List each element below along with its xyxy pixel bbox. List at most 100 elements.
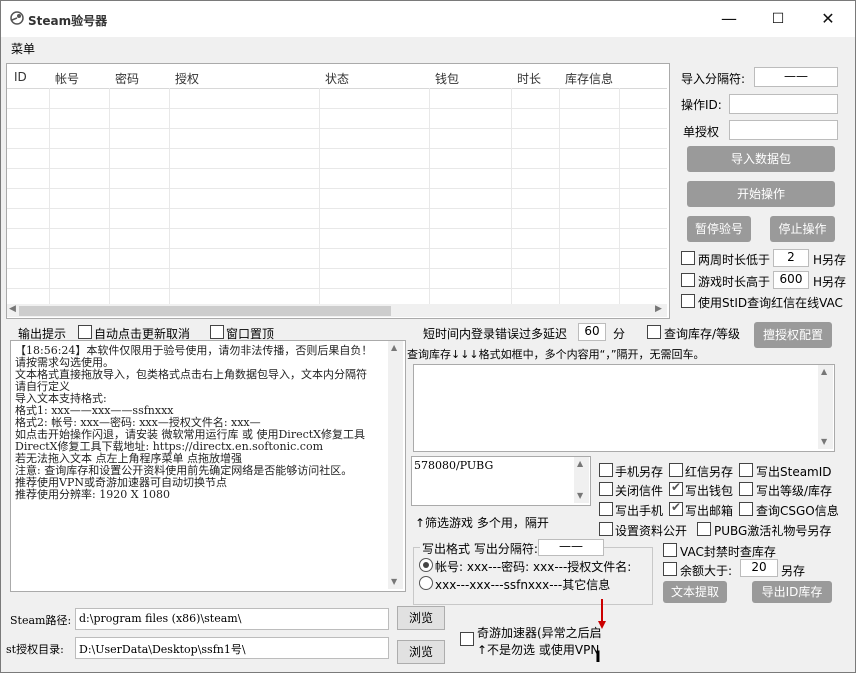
qiyou-accelerator-checkbox[interactable] — [460, 632, 474, 646]
export-id-inventory-button[interactable]: 导出ID库存 — [752, 581, 832, 603]
game-filter-hint: ↑筛选游戏 多个用，隔开 — [415, 516, 549, 530]
minimize-button[interactable]: — — [704, 1, 754, 37]
steam-path-input[interactable]: d:\program files (x86)\steam\ — [75, 608, 389, 630]
text-cursor-icon: I — [595, 647, 601, 666]
two-week-checkbox[interactable] — [681, 251, 695, 265]
format-option-1-label: 帐号: xxx---密码: xxx---授权文件名: — [435, 560, 632, 574]
format-option-2-radio[interactable] — [419, 576, 433, 590]
query-level-checkbox[interactable] — [647, 325, 661, 339]
pubg-save-checkbox[interactable] — [697, 522, 711, 536]
balance-checkbox[interactable] — [663, 562, 677, 576]
column-header-auth[interactable]: 授权 — [175, 70, 199, 87]
stop-operation-button[interactable]: 停止操作 — [770, 216, 835, 242]
steamid-write-checkbox[interactable] — [739, 463, 753, 477]
game-time-checkbox[interactable] — [681, 273, 695, 287]
auto-refresh-checkbox[interactable] — [78, 325, 92, 339]
steam-path-value: d:\program files (x86)\steam\ — [79, 612, 242, 625]
vac-save-label: VAC封禁时查库存 — [680, 545, 776, 559]
csgo-query-checkbox[interactable] — [739, 502, 753, 516]
wallet-write-checkbox[interactable] — [669, 480, 683, 496]
level-write-checkbox[interactable] — [739, 482, 753, 496]
import-package-button[interactable]: 导入数据包 — [687, 146, 835, 172]
scroll-down-icon[interactable]: ▼ — [577, 491, 583, 500]
menu-main[interactable]: 菜单 — [11, 40, 35, 57]
steam-path-label: Steam路径: — [10, 614, 72, 627]
vac-save-checkbox[interactable] — [663, 543, 677, 557]
window-title: Steam验号器 — [28, 14, 108, 28]
st-auth-dir-browse-button[interactable]: 浏览 — [397, 640, 445, 664]
two-week-label: 两周时长低于 — [698, 253, 771, 267]
game-filter-value: 578080/PUBG — [414, 459, 494, 472]
wallet-write-label: 写出钱包 — [685, 484, 734, 498]
import-separator-label: 导入分隔符: — [681, 72, 746, 86]
column-header-id[interactable]: ID — [14, 70, 27, 84]
stid-vac-checkbox[interactable] — [681, 294, 695, 308]
single-auth-input[interactable] — [729, 120, 838, 140]
app-window: Steam验号器 — ☐ ✕ 菜单 ID 帐号 密码 授权 状态 钱包 时长 库… — [0, 0, 856, 673]
app-logo-icon — [10, 11, 24, 25]
scroll-thumb[interactable] — [19, 306, 391, 316]
phone-write-label: 写出手机 — [615, 504, 664, 518]
column-header-status[interactable]: 状态 — [325, 70, 349, 87]
table-horizontal-scrollbar[interactable]: ◀ ▶ — [7, 304, 667, 317]
balance-unit: 另存 — [781, 564, 806, 578]
two-week-unit: H另存 — [813, 253, 847, 267]
level-write-label: 写出等级/库存 — [756, 484, 833, 498]
inventory-query-textarea[interactable]: ▲ ▼ — [413, 364, 835, 452]
inventory-scrollbar[interactable]: ▲ ▼ — [818, 365, 833, 449]
maximize-button[interactable]: ☐ — [753, 1, 803, 37]
st-auth-dir-input[interactable]: D:\UserData\Desktop\ssfn1号\ — [75, 637, 389, 659]
scroll-left-icon[interactable]: ◀ — [9, 304, 16, 314]
pause-check-button[interactable]: 暂停验号 — [687, 216, 751, 242]
column-header-wallet[interactable]: 钱包 — [435, 70, 459, 87]
game-time-hours-input[interactable]: 600 — [773, 271, 809, 289]
csgo-query-label: 查询CSGO信息 — [756, 504, 839, 518]
scroll-up-icon[interactable]: ▲ — [577, 459, 583, 468]
write-separator-input[interactable]: —— — [538, 539, 604, 556]
log-scrollbar[interactable]: ▲ ▼ — [388, 341, 403, 589]
phone-write-checkbox[interactable] — [599, 502, 613, 516]
window-top-checkbox[interactable] — [210, 325, 224, 339]
scroll-down-icon[interactable]: ▼ — [821, 437, 827, 446]
column-header-account[interactable]: 帐号 — [55, 70, 79, 87]
balance-label: 余额大于: — [680, 564, 733, 578]
close-mail-checkbox[interactable] — [599, 482, 613, 496]
game-time-label: 游戏时长高于 — [698, 275, 771, 289]
column-header-inventory[interactable]: 库存信息 — [565, 70, 613, 87]
scroll-up-icon[interactable]: ▲ — [391, 343, 397, 352]
st-auth-dir-value: D:\UserData\Desktop\ssfn1号\ — [79, 643, 246, 656]
start-operation-button[interactable]: 开始操作 — [687, 181, 835, 207]
red-save-checkbox[interactable] — [669, 463, 683, 477]
text-extract-button[interactable]: 文本提取 — [663, 581, 727, 603]
log-output[interactable]: 【18:56:24】本软件仅限用于验号使用，请勿非法传播，否则后果自负！请按需求… — [10, 340, 406, 592]
account-table[interactable]: ID 帐号 密码 授权 状态 钱包 时长 库存信息 ◀ ▶ — [6, 63, 670, 319]
public-profile-checkbox[interactable] — [599, 522, 613, 536]
format-option-1-radio[interactable] — [419, 558, 433, 572]
balance-input[interactable]: 20 — [740, 559, 778, 577]
phone-save-checkbox[interactable] — [599, 463, 613, 477]
menu-bar: 菜单 — [1, 37, 855, 59]
delay-unit: 分 — [613, 327, 626, 341]
two-week-hours-input[interactable]: 2 — [773, 249, 809, 267]
game-filter-textarea[interactable]: 578080/PUBG ▲ ▼ — [411, 456, 591, 506]
column-header-password[interactable]: 密码 — [115, 70, 139, 87]
import-separator-input[interactable]: —— — [754, 67, 838, 87]
close-button[interactable]: ✕ — [803, 1, 853, 37]
scroll-up-icon[interactable]: ▲ — [821, 367, 827, 376]
mail-write-checkbox[interactable] — [669, 500, 683, 516]
st-auth-dir-label: st授权目录: — [6, 643, 64, 656]
format-option-2-label: xxx---xxx---ssfnxxx---其它信息 — [435, 578, 611, 592]
delay-label: 短时间内登录错误过多延迟 — [423, 327, 568, 341]
scroll-right-icon[interactable]: ▶ — [655, 304, 662, 314]
filter-scrollbar[interactable]: ▲ ▼ — [574, 457, 589, 503]
operation-id-input[interactable] — [729, 94, 838, 114]
steam-path-browse-button[interactable]: 浏览 — [397, 606, 445, 630]
inventory-format-hint: 查询库存↓↓↓格式如框中，多个内容用“，”隔开，无需回车。 — [407, 348, 705, 361]
column-header-duration[interactable]: 时长 — [517, 70, 541, 87]
public-profile-label: 设置资料公开 — [615, 524, 688, 538]
auth-config-button[interactable]: 擅授权配置 — [754, 322, 832, 348]
scroll-down-icon[interactable]: ▼ — [391, 577, 397, 586]
query-level-label: 查询库存/等级 — [664, 327, 741, 341]
delay-minutes-input[interactable]: 60 — [578, 323, 606, 341]
qiyou-accelerator-hint: ↑不是勿选 或使用VPN — [477, 643, 600, 657]
